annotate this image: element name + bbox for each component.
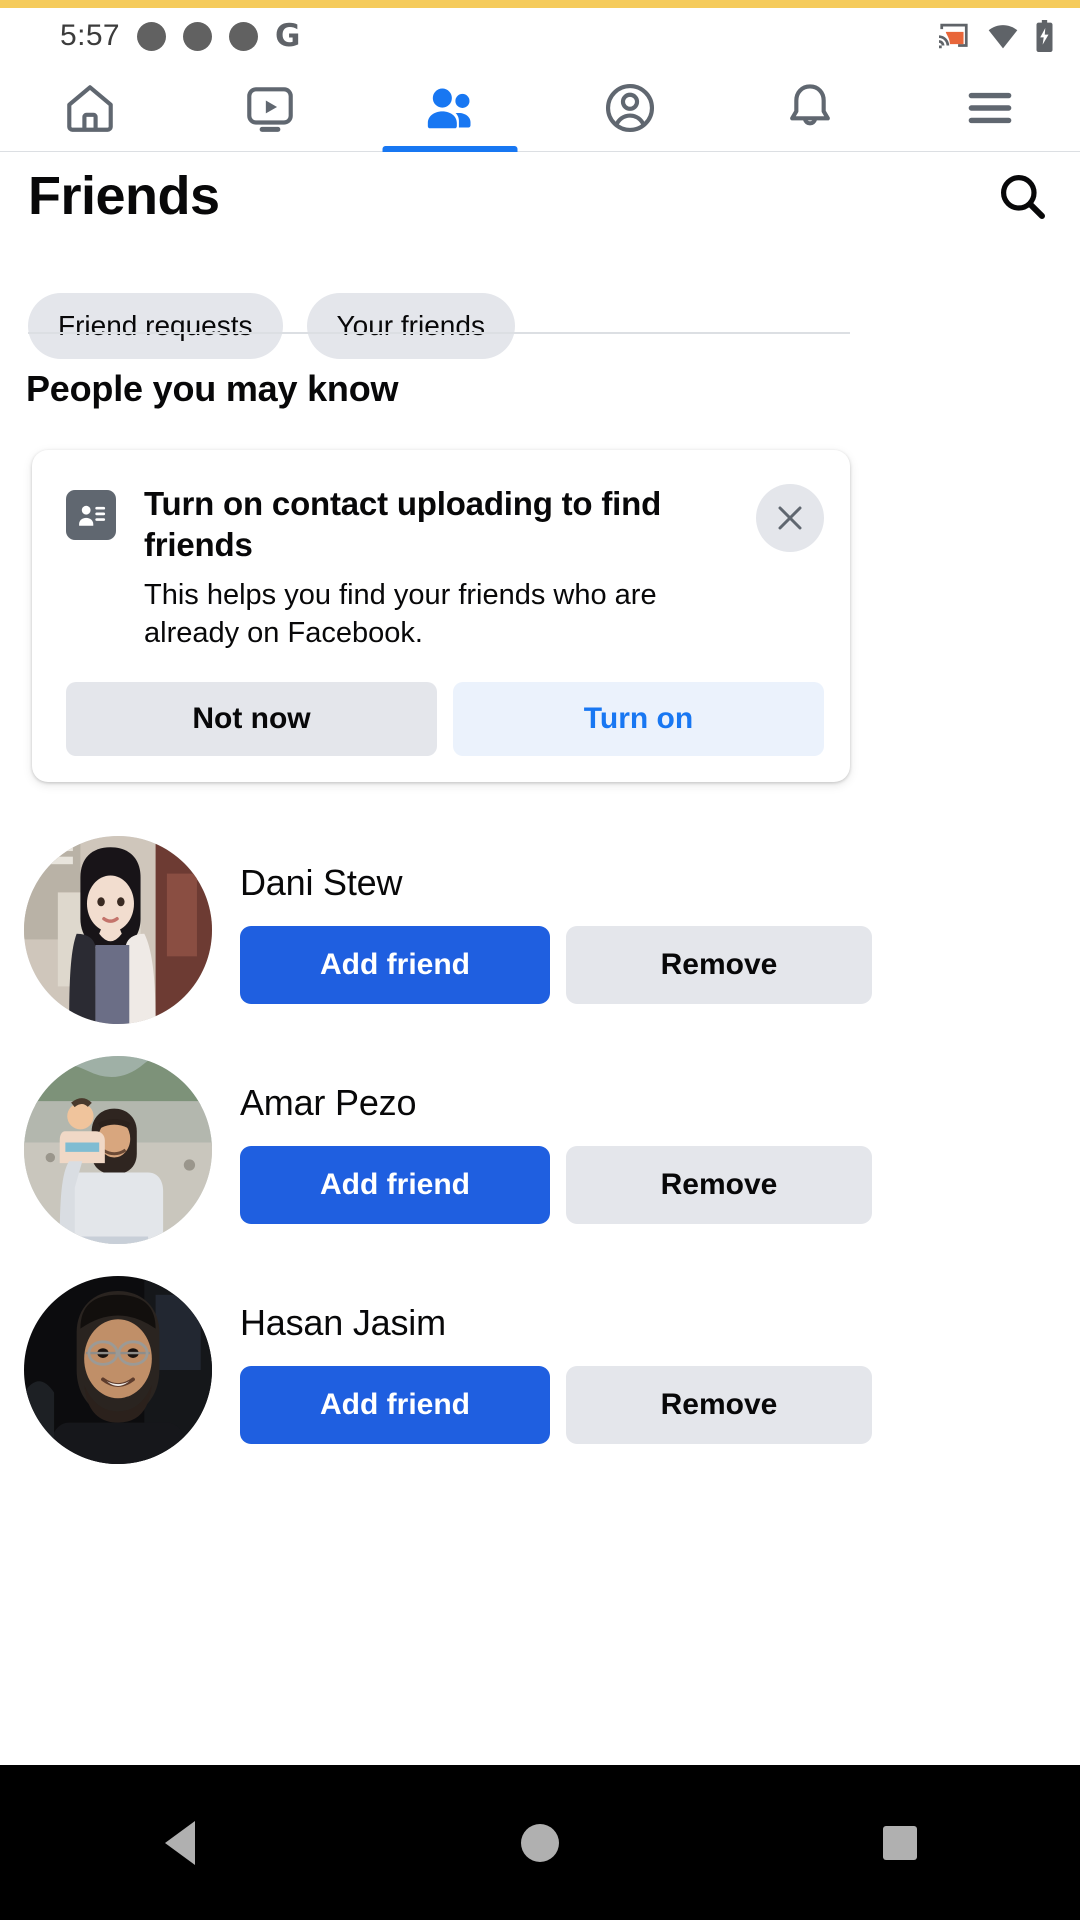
- not-now-button[interactable]: Not now: [66, 682, 437, 757]
- avatar-photo-hasan-jasim: [24, 1276, 212, 1464]
- section-title-people-you-may-know: People you may know: [26, 368, 399, 409]
- facebook-friends-screen: 5:57 G Friends Friend requests Your frie…: [0, 0, 1080, 1920]
- person-name: Hasan Jasim: [240, 1302, 446, 1343]
- avatar[interactable]: [24, 1056, 212, 1244]
- turn-on-button[interactable]: Turn on: [453, 682, 824, 757]
- header-divider: [28, 332, 850, 334]
- add-friend-button[interactable]: Add friend: [240, 1146, 550, 1224]
- notification-dot-icon: [183, 21, 212, 51]
- status-bar-right: [937, 20, 1054, 52]
- add-friend-button[interactable]: Add friend: [240, 926, 550, 1004]
- top-accent-strip: [0, 0, 1080, 8]
- contact-upload-card: Turn on contact uploading to find friend…: [32, 450, 850, 783]
- list-item[interactable]: Amar Pezo Add friend Remove: [0, 1040, 1080, 1260]
- home-icon: [67, 84, 113, 132]
- people-you-may-know-list: Dani Stew Add friend Remove Amar Pezo Ad…: [0, 820, 1080, 1480]
- contact-card-title: Turn on contact uploading to find friend…: [144, 485, 662, 563]
- add-friend-label: Add friend: [320, 1168, 470, 1201]
- person-actions: Add friend Remove: [240, 1366, 1054, 1444]
- remove-label: Remove: [660, 1388, 778, 1421]
- system-back-button[interactable]: [90, 1765, 270, 1920]
- page-header: Friends: [0, 152, 1080, 240]
- search-icon[interactable]: [994, 168, 1050, 224]
- list-item[interactable]: Hasan Jasim Add friend Remove: [0, 1260, 1080, 1480]
- friends-icon: [427, 88, 471, 128]
- cast-icon: [939, 23, 968, 49]
- status-time: 5:57: [60, 19, 120, 52]
- avatar[interactable]: [24, 836, 212, 1024]
- person-info: Dani Stew Add friend Remove: [240, 836, 1054, 1004]
- nav-tab-friends[interactable]: [360, 64, 540, 152]
- contact-card-actions: Not now Turn on: [66, 682, 824, 757]
- add-friend-label: Add friend: [320, 948, 470, 981]
- person-info: Hasan Jasim Add friend Remove: [240, 1276, 1054, 1444]
- add-friend-button[interactable]: Add friend: [240, 1366, 550, 1444]
- remove-button[interactable]: Remove: [566, 1366, 872, 1444]
- recents-square-icon: [883, 1825, 917, 1860]
- system-home-button[interactable]: [450, 1765, 630, 1920]
- android-system-navigation-bar: [0, 1765, 1080, 1920]
- person-name: Amar Pezo: [240, 1082, 417, 1123]
- person-name: Dani Stew: [240, 862, 403, 903]
- status-bar: 5:57 G: [0, 8, 1080, 64]
- avatar-photo-amar-pezo: [24, 1056, 212, 1244]
- nav-tab-video[interactable]: [180, 64, 360, 152]
- nav-tab-home[interactable]: [0, 64, 180, 152]
- person-actions: Add friend Remove: [240, 1146, 1054, 1224]
- google-g-icon: G: [275, 17, 301, 54]
- contact-card-top: Turn on contact uploading to find friend…: [66, 484, 824, 652]
- not-now-label: Not now: [192, 702, 311, 736]
- nav-tab-menu[interactable]: [900, 64, 1080, 152]
- back-triangle-icon: [165, 1820, 195, 1865]
- home-circle-icon: [521, 1823, 559, 1862]
- notification-dot-icon: [229, 21, 258, 51]
- person-info: Amar Pezo Add friend Remove: [240, 1056, 1054, 1224]
- chip-your-friends[interactable]: Your friends: [306, 293, 515, 359]
- status-bar-left: 5:57 G: [60, 19, 300, 53]
- notification-dot-icon: [137, 21, 166, 51]
- nav-tab-notifications[interactable]: [720, 64, 900, 152]
- active-tab-indicator: [382, 145, 518, 152]
- wifi-icon: [988, 25, 1018, 49]
- system-recents-button[interactable]: [810, 1765, 990, 1920]
- avatar[interactable]: [24, 1276, 212, 1464]
- battery-charging-icon: [1036, 20, 1053, 52]
- page-title: Friends: [28, 166, 220, 226]
- top-navigation-tabs: [0, 64, 1080, 152]
- contact-card-glyph-icon: [79, 505, 106, 526]
- chip-label: Friend requests: [58, 310, 253, 341]
- contact-card-icon: [66, 490, 116, 540]
- contact-card-text: Turn on contact uploading to find friend…: [144, 484, 752, 652]
- remove-button[interactable]: Remove: [566, 1146, 872, 1224]
- remove-button[interactable]: Remove: [566, 926, 872, 1004]
- avatar-photo-dani-stew: [24, 836, 212, 1024]
- chip-friend-requests[interactable]: Friend requests: [28, 293, 283, 359]
- turn-on-label: Turn on: [583, 702, 694, 736]
- close-icon: [778, 506, 802, 530]
- chip-label: Your friends: [336, 310, 485, 341]
- list-item[interactable]: Dani Stew Add friend Remove: [0, 820, 1080, 1040]
- nav-tab-profile[interactable]: [540, 64, 720, 152]
- notifications-bell-icon: [790, 83, 830, 125]
- filter-chips: Friend requests Your friends: [28, 293, 515, 359]
- close-button[interactable]: [756, 484, 824, 552]
- menu-hamburger-icon: [968, 92, 1012, 123]
- contact-card-description: This helps you find your friends who are…: [144, 578, 657, 650]
- profile-icon: [605, 83, 655, 132]
- add-friend-label: Add friend: [320, 1388, 470, 1421]
- person-actions: Add friend Remove: [240, 926, 1054, 1004]
- video-icon: [247, 86, 293, 132]
- remove-label: Remove: [660, 1168, 778, 1201]
- remove-label: Remove: [660, 948, 778, 981]
